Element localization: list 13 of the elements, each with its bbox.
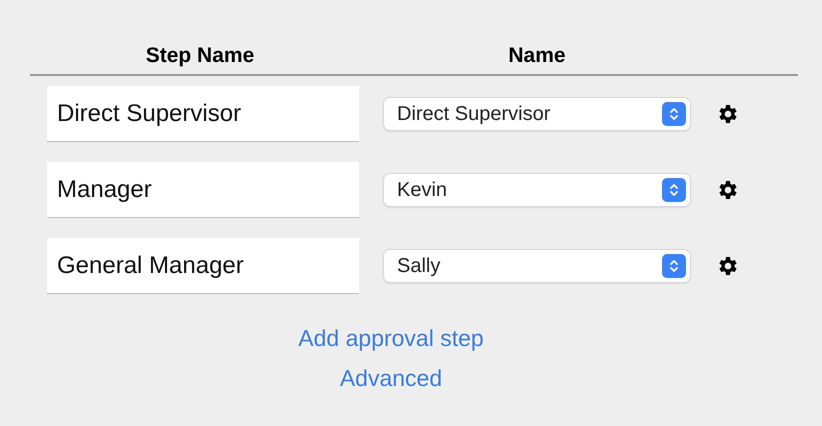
name-dropdown[interactable]: Direct Supervisor — [384, 98, 690, 130]
link[interactable]: Add approval step — [298, 324, 484, 352]
name-dropdown[interactable]: Kevin — [384, 174, 690, 206]
step-name-field[interactable]: General Manager — [47, 238, 359, 294]
column-header: Name — [508, 43, 566, 69]
stepper-icon — [662, 102, 686, 126]
link[interactable]: Advanced — [340, 364, 442, 392]
step-name-field[interactable]: Direct Supervisor — [47, 86, 359, 142]
stepper-icon — [662, 178, 686, 202]
stepper-icon — [662, 254, 686, 278]
name-dropdown[interactable]: Sally — [384, 250, 690, 282]
step-name-field[interactable]: Manager — [47, 162, 359, 218]
column-header: Step Name — [146, 43, 254, 69]
